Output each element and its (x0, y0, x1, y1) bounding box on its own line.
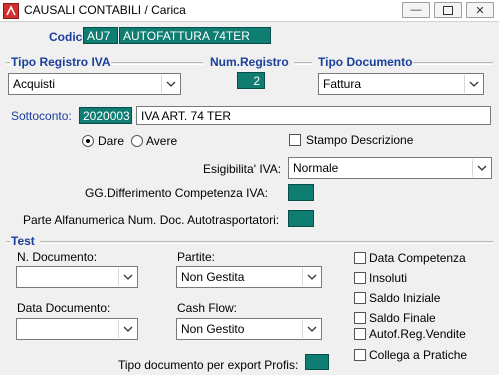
close-icon: ✕ (475, 4, 485, 17)
tipo-export-field[interactable] (305, 354, 329, 370)
partite-select[interactable]: Non Gestita (176, 266, 322, 288)
data-competenza-checkbox[interactable] (354, 252, 366, 264)
chevron-down-icon[interactable] (118, 320, 136, 338)
insoluti-checkbox[interactable] (354, 272, 366, 284)
tipo-documento-select[interactable]: Fattura (318, 73, 484, 95)
autof-reg-vendite-label: Autof.Reg.Vendite (369, 327, 466, 341)
avere-label: Avere (146, 134, 178, 148)
tipo-registro-select[interactable]: Acquisti (8, 73, 181, 95)
autof-reg-vendite-checkbox[interactable] (354, 328, 366, 340)
saldo-finale-checkbox[interactable] (354, 312, 366, 324)
test-label: Test (11, 234, 35, 248)
gg-differimento-field[interactable] (288, 184, 314, 201)
cash-flow-label: Cash Flow: (177, 301, 238, 315)
sottoconto-description-field[interactable]: IVA ART. 74 TER (136, 106, 491, 125)
saldo-iniziale-label: Saldo Iniziale (369, 291, 441, 305)
data-documento-label: Data Documento: (17, 301, 111, 315)
avere-radio[interactable] (131, 135, 143, 147)
n-documento-select[interactable] (16, 266, 138, 288)
data-documento-select[interactable] (16, 318, 138, 340)
chevron-down-icon[interactable] (302, 320, 320, 338)
sottoconto-code-field[interactable]: 2020003 (79, 107, 132, 124)
sottoconto-label: Sottoconto: (11, 109, 72, 123)
data-competenza-label: Data Competenza (369, 251, 466, 265)
maximize-button[interactable] (434, 2, 462, 18)
saldo-finale-label: Saldo Finale (369, 311, 436, 325)
maximize-icon (443, 5, 453, 15)
minimize-button[interactable]: — (402, 2, 430, 18)
parte-alfanumerica-label: Parte Alfanumerica Num. Doc. Autotraspor… (23, 213, 280, 227)
stampo-descrizione-checkbox[interactable] (289, 134, 301, 146)
separator (294, 62, 312, 65)
insoluti-label: Insoluti (369, 271, 408, 285)
collega-pratiche-checkbox[interactable] (354, 349, 366, 361)
chevron-down-icon[interactable] (161, 75, 179, 93)
window-title: CAUSALI CONTABILI / Carica (24, 3, 186, 17)
collega-pratiche-label: Collega a Pratiche (369, 348, 468, 362)
close-button[interactable]: ✕ (466, 2, 494, 18)
minimize-icon: — (410, 4, 422, 16)
separator (40, 241, 493, 244)
dare-radio[interactable] (82, 135, 94, 147)
chevron-down-icon[interactable] (464, 75, 482, 93)
esigibilita-value: Normale (293, 161, 339, 175)
cash-flow-select[interactable]: Non Gestito (176, 318, 322, 340)
chevron-down-icon[interactable] (118, 268, 136, 286)
stampo-descrizione-label: Stampo Descrizione (306, 133, 414, 147)
tipo-documento-value: Fattura (323, 77, 362, 91)
gg-differimento-label: GG.Differimento Competenza IVA: (85, 186, 268, 200)
tipo-export-label: Tipo documento per export Profis: (118, 358, 299, 372)
chevron-down-icon[interactable] (302, 268, 320, 286)
n-documento-label: N. Documento: (17, 250, 98, 264)
chevron-down-icon[interactable] (472, 159, 490, 177)
app-icon (3, 3, 19, 19)
codice-description-field[interactable]: AUTOFATTURA 74TER (119, 27, 271, 44)
separator (6, 241, 10, 244)
dare-label: Dare (98, 134, 125, 148)
partite-value: Non Gestita (181, 270, 245, 284)
separator (111, 62, 203, 65)
tipo-registro-value: Acquisti (13, 77, 56, 91)
separator (6, 62, 10, 65)
esigibilita-select[interactable]: Normale (288, 157, 492, 179)
saldo-iniziale-checkbox[interactable] (354, 292, 366, 304)
cash-flow-value: Non Gestito (181, 322, 245, 336)
num-registro-label: Num.Registro (210, 55, 289, 69)
title-bar: CAUSALI CONTABILI / Carica — ✕ (0, 0, 499, 22)
separator (413, 62, 493, 65)
esigibilita-label: Esigibilita' IVA: (203, 162, 282, 176)
parte-alfanumerica-field[interactable] (288, 210, 314, 227)
tipo-documento-label: Tipo Documento (318, 55, 413, 69)
tipo-registro-label: Tipo Registro IVA (11, 55, 111, 69)
partite-label: Partite: (177, 250, 216, 264)
num-registro-field[interactable]: 2 (237, 72, 265, 89)
codice-code-field[interactable]: AU7 (83, 27, 118, 44)
